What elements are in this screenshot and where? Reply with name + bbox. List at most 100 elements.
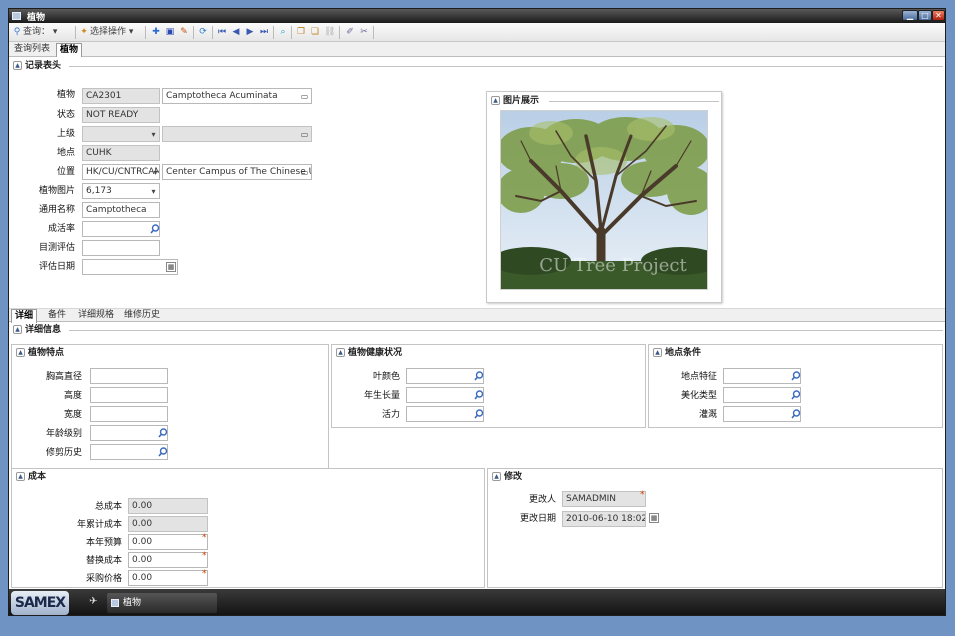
site-conditions-title[interactable]: ▲ 地点条件: [653, 347, 701, 359]
required-marker-icon: *: [202, 569, 207, 579]
vigor-field[interactable]: [406, 406, 484, 422]
leaf-color-label: 叶颜色: [372, 372, 400, 382]
chevron-down-icon[interactable]: ▾: [148, 129, 159, 140]
search-icon[interactable]: [791, 371, 801, 381]
site-conditions-title-text: 地点条件: [665, 348, 702, 358]
chevron-down-icon[interactable]: ▾: [150, 167, 161, 178]
pin-icon[interactable]: ✈: [89, 596, 97, 607]
dbh-field[interactable]: [90, 368, 168, 384]
cost-title[interactable]: ▲ 成本: [16, 471, 46, 483]
select-actions-dropdown[interactable]: 选择操作 ▾: [90, 25, 133, 39]
image-panel-title[interactable]: ▲ 图片展示: [491, 95, 539, 107]
width-field[interactable]: [90, 406, 168, 422]
plant-health-title[interactable]: ▲ 植物健康状况: [336, 347, 402, 359]
change-date-field[interactable]: 2010-06-10 18:02:11: [562, 511, 646, 527]
copy-icon[interactable]: ❐: [296, 27, 306, 37]
visual-assessment-field[interactable]: [82, 240, 160, 256]
plant-features-title[interactable]: ▲ 植物特点: [16, 347, 64, 359]
previous-record-icon[interactable]: ◀: [231, 27, 241, 37]
tools-icon[interactable]: ✂: [359, 27, 369, 37]
collapse-toggle-icon: ▲: [13, 325, 22, 334]
parent-description-field[interactable]: [162, 126, 312, 142]
dbh-label: 胸高直径: [45, 372, 82, 382]
details-title: 详细信息: [25, 325, 62, 335]
search-icon[interactable]: [158, 428, 168, 438]
pruning-history-label: 修剪历史: [45, 448, 82, 458]
assessment-date-field[interactable]: [82, 259, 178, 275]
task-item-plant[interactable]: 植物: [107, 593, 217, 613]
modify-title[interactable]: ▲ 修改: [492, 471, 522, 483]
search-icon[interactable]: [474, 409, 484, 419]
location-code-field[interactable]: HK/CU/CNTRCAMI: [82, 164, 160, 180]
close-button[interactable]: ✕: [932, 10, 945, 21]
query-dropdown[interactable]: 查询： ▾: [23, 25, 57, 39]
refresh-icon[interactable]: ⟳: [198, 27, 208, 37]
calendar-icon[interactable]: ▦: [649, 513, 659, 523]
collapse-toggle-icon: ▲: [16, 472, 25, 481]
ytd-cost-field[interactable]: 0.00: [128, 516, 208, 532]
replacement-cost-field[interactable]: 0.00: [128, 552, 208, 568]
first-record-icon[interactable]: ⏮: [217, 27, 227, 37]
lookup-icon[interactable]: ▭: [299, 91, 310, 102]
samex-logo[interactable]: SAMEX: [11, 591, 69, 615]
section-divider: [549, 101, 719, 102]
search-icon[interactable]: [474, 371, 484, 381]
title-bar: 植物 ▁ □ ✕: [9, 9, 945, 23]
search-icon[interactable]: [791, 409, 801, 419]
survival-rate-field[interactable]: [82, 221, 160, 237]
tab-maintenance-history[interactable]: 维修历史: [121, 309, 163, 323]
changed-by-field[interactable]: SAMADMIN: [562, 491, 646, 507]
tab-plant[interactable]: 植物: [56, 43, 83, 57]
toolbar-separator: [145, 26, 146, 39]
ytd-cost-label: 年累计成本: [76, 520, 122, 530]
location-description-field[interactable]: Center Campus of The Chinese Univ: [162, 164, 312, 180]
search-icon[interactable]: [150, 224, 160, 234]
tab-details[interactable]: 详细: [11, 309, 38, 323]
details-section-title[interactable]: ▲ 详细信息: [13, 324, 61, 336]
record-header-section-title[interactable]: ▲ 记录表头: [13, 60, 61, 72]
plant-code-field[interactable]: CA2301: [82, 88, 160, 104]
last-record-icon[interactable]: ⏭: [259, 27, 269, 37]
search-icon[interactable]: [474, 390, 484, 400]
pruning-history-field[interactable]: [90, 444, 168, 460]
irrigation-field[interactable]: [723, 406, 801, 422]
attach-icon[interactable]: ✐: [345, 27, 355, 37]
chevron-down-icon[interactable]: ▾: [148, 186, 159, 197]
lookup-icon[interactable]: ▭: [299, 129, 310, 140]
tab-query-list[interactable]: 查询列表: [11, 43, 53, 57]
age-class-field[interactable]: [90, 425, 168, 441]
landscape-type-field[interactable]: [723, 387, 801, 403]
site-feature-field[interactable]: [723, 368, 801, 384]
search-icon[interactable]: [158, 447, 168, 457]
image-panel-title-text: 图片展示: [503, 96, 540, 106]
tab-specifications[interactable]: 详细规格: [75, 309, 117, 323]
plant-description-field[interactable]: Camptotheca Acuminata: [162, 88, 312, 104]
common-name-field[interactable]: Camptotheca: [82, 202, 160, 218]
width-label: 宽度: [63, 410, 82, 420]
tab-spare-parts[interactable]: 备件: [45, 309, 69, 323]
irrigation-label: 灌溉: [698, 410, 717, 420]
detail-tab-strip: 详细 备件 详细规格 维修历史: [9, 308, 945, 323]
minimize-button[interactable]: ▁: [902, 10, 918, 21]
maximize-button[interactable]: □: [918, 10, 932, 21]
calendar-icon[interactable]: ▦: [166, 262, 176, 272]
lookup-icon[interactable]: ▭: [299, 167, 310, 178]
leaf-color-field[interactable]: [406, 368, 484, 384]
budget-field[interactable]: 0.00: [128, 534, 208, 550]
status-field[interactable]: NOT READY: [82, 107, 160, 123]
purchase-price-field[interactable]: 0.00: [128, 570, 208, 586]
search-icon[interactable]: [791, 390, 801, 400]
next-record-icon[interactable]: ▶: [245, 27, 255, 37]
site-field[interactable]: CUHK: [82, 145, 160, 161]
link-icon[interactable]: ⛓: [324, 27, 335, 37]
edit-icon[interactable]: ✎: [179, 27, 189, 37]
search-icon[interactable]: ⌕: [278, 27, 288, 37]
save-icon[interactable]: ▣: [165, 27, 175, 37]
taskbar: SAMEX ✈ 植物: [9, 589, 945, 615]
required-marker-icon: *: [640, 490, 645, 500]
paste-icon[interactable]: ❏: [310, 27, 320, 37]
total-cost-field[interactable]: 0.00: [128, 498, 208, 514]
height-field[interactable]: [90, 387, 168, 403]
new-record-icon[interactable]: ✚: [151, 27, 161, 37]
annual-growth-field[interactable]: [406, 387, 484, 403]
